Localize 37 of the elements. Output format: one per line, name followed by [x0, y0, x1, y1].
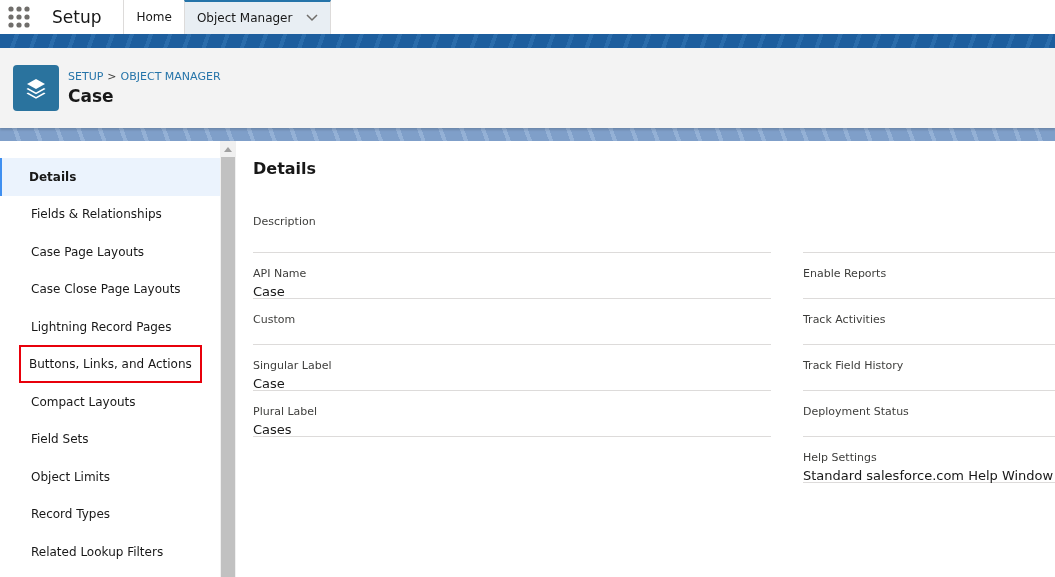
field-label: Description	[253, 215, 317, 228]
sidebar-item[interactable]: Compact Layouts	[0, 383, 220, 421]
sidebar-item[interactable]: Field Sets	[0, 420, 220, 458]
section-title: Details	[253, 159, 318, 180]
page-title: Case	[68, 86, 115, 106]
sidebar-item[interactable]: Case Close Page Layouts	[0, 270, 220, 308]
breadcrumb-separator: >	[107, 70, 117, 83]
sidebar-item[interactable]: Details	[0, 158, 220, 196]
field-label: Deployment Status	[803, 405, 910, 418]
sidebar-item[interactable]: Fields & Relationships	[0, 195, 220, 233]
sidebar-item[interactable]: Case Page Layouts	[0, 233, 220, 271]
app-launcher-icon[interactable]	[8, 6, 30, 28]
sidebar-item[interactable]: Object Limits	[0, 458, 220, 496]
chevron-down-icon[interactable]	[306, 14, 319, 22]
field-label: API Name	[253, 267, 308, 280]
sidebar-item[interactable]: Record Types	[0, 495, 220, 533]
app-name: Setup	[52, 7, 102, 27]
field-label: Track Activities	[803, 313, 887, 326]
field-label: Plural Label	[253, 405, 319, 418]
nav-tab[interactable]: Object Manager	[183, 0, 332, 34]
sidebar-item[interactable]: Buttons, Links, and Actions	[21, 347, 200, 382]
field-value: Cases	[253, 422, 293, 437]
layers-icon	[13, 65, 59, 111]
field-label: Custom	[253, 313, 297, 326]
field-value: Case	[253, 284, 286, 299]
field-label: Enable Reports	[803, 267, 888, 280]
scroll-up-icon[interactable]	[224, 147, 232, 152]
sidebar-item[interactable]: Lightning Record Pages	[0, 308, 220, 346]
field-label: Help Settings	[803, 451, 878, 464]
breadcrumb-link[interactable]: SETUP	[68, 70, 104, 83]
field-value: Case	[253, 376, 286, 391]
sidebar-item[interactable]: Related Lookup Filters	[0, 533, 220, 571]
breadcrumb-link[interactable]: OBJECT MANAGER	[120, 70, 221, 83]
field-label: Singular Label	[253, 359, 333, 372]
field-label: Track Field History	[803, 359, 905, 372]
field-value: Standard salesforce.com Help Window	[803, 468, 1055, 483]
scrollbar[interactable]	[220, 141, 236, 577]
